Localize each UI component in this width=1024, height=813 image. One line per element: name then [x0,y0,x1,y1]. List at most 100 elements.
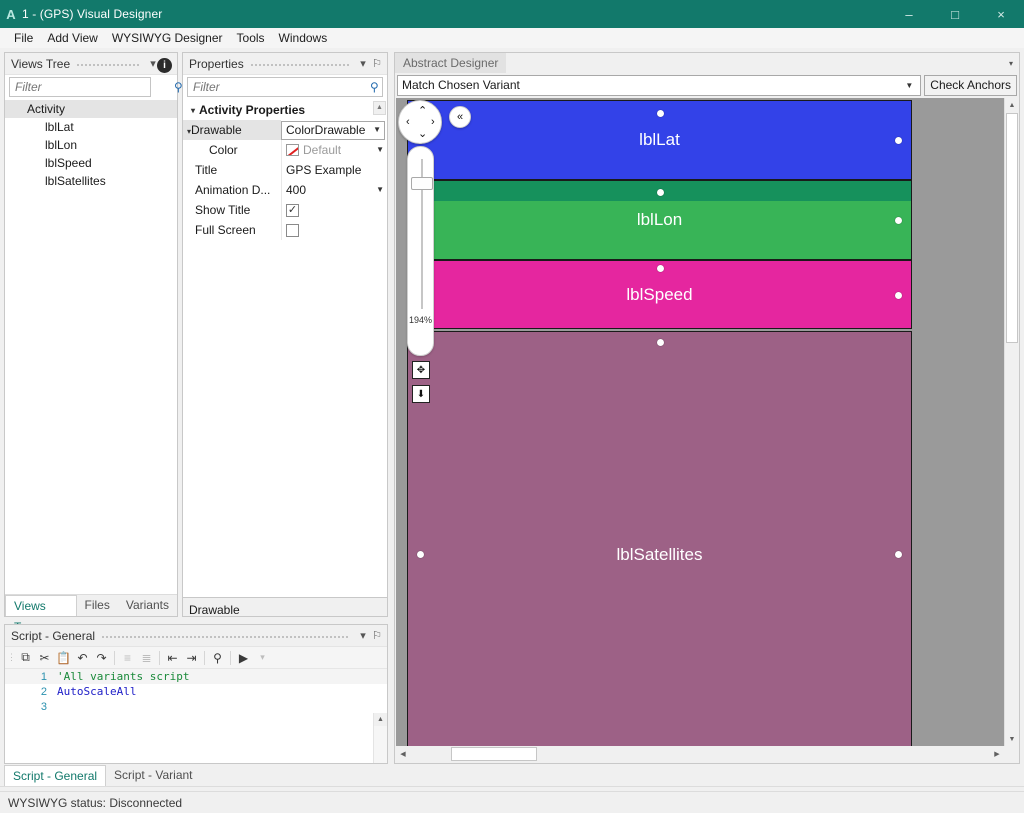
resize-handle-right[interactable] [895,551,902,558]
resize-handle-top[interactable] [656,265,664,272]
tree-node-lbllat[interactable]: lblLat [5,118,177,136]
show-title-checkbox[interactable]: ✓ [286,203,299,217]
vertical-scroll-thumb[interactable] [1006,113,1018,343]
tab-script-general[interactable]: Script - General [4,765,107,786]
canvas-horizontal-scrollbar[interactable]: ◀ ▶ [396,746,1004,762]
expander-icon[interactable]: ▾ [187,106,199,115]
minimize-icon[interactable]: – [886,0,932,28]
resize-handle-top[interactable] [656,189,664,196]
drag-grip[interactable] [76,60,140,67]
chevron-down-icon[interactable]: ▼ [376,180,384,200]
property-group-activity[interactable]: ▾ Activity Properties [183,100,387,120]
property-row-show-title[interactable]: Show Title ✓ [183,200,387,220]
property-value-drawable[interactable]: ColorDrawable ▼ [281,120,385,140]
chevron-down-icon[interactable]: ▾ [356,629,370,642]
search-icon[interactable]: ⚲ [370,80,379,94]
pan-right-icon[interactable]: › [431,117,435,128]
menu-windows[interactable]: Windows [272,29,335,47]
properties-filter-input[interactable] [191,79,371,95]
code-line[interactable]: 2 AutoScaleAll [5,684,387,699]
menu-tools[interactable]: Tools [230,29,272,47]
pin-icon[interactable]: ⚐ [370,629,384,642]
fit-to-screen-icon[interactable]: ✥ [412,361,430,379]
tree-node-activity[interactable]: Activity [5,100,177,118]
zoom-slider-thumb[interactable] [411,177,433,190]
uncomment-icon[interactable]: ≣ [137,648,156,667]
code-editor[interactable]: 1 'All variants script 2 AutoScaleAll 3 ▲ [5,669,387,763]
pan-up-icon[interactable]: ⌃ [418,106,427,117]
menu-add-view[interactable]: Add View [40,29,104,47]
scroll-up-icon[interactable]: ▲ [374,713,387,726]
check-anchors-button[interactable]: Check Anchors [924,74,1017,96]
design-canvas[interactable]: lblLat lblLon lblSpeed lblSatellites ⌃ ⌄… [396,98,1004,746]
resize-handle-top[interactable] [656,110,664,117]
views-tree-filter-box[interactable]: ⚲ [9,77,183,97]
cut-icon[interactable]: ✂ [35,648,54,667]
full-screen-checkbox[interactable] [286,223,299,237]
chevron-down-icon[interactable]: ▼ [905,81,913,90]
drag-grip[interactable] [249,60,350,67]
resize-handle-right[interactable] [895,137,902,144]
redo-icon[interactable]: ↷ [92,648,111,667]
undo-icon[interactable]: ↶ [73,648,92,667]
chevron-down-icon[interactable]: ▼ [373,122,381,139]
views-tree-filter-input[interactable] [13,79,174,95]
menu-file[interactable]: File [7,29,40,47]
info-icon[interactable]: i [157,58,172,73]
pan-left-icon[interactable]: ‹ [406,117,410,128]
property-row-color[interactable]: Color Default ▼ [183,140,387,160]
design-label-lblsatellites[interactable]: lblSatellites [407,331,912,746]
pin-icon[interactable]: ⚐ [370,57,384,70]
pan-down-icon[interactable]: ⌄ [418,129,427,140]
copy-icon[interactable]: ⧉ [16,648,35,667]
property-value-color[interactable]: Default ▼ [281,140,387,160]
tree-node-lblsatellites[interactable]: lblSatellites [5,172,177,190]
property-value-full-screen[interactable] [281,220,387,240]
property-value-animation-duration[interactable]: 400 ▼ [281,180,387,200]
property-row-animation-duration[interactable]: Animation D... 400 ▼ [183,180,387,200]
collapse-toolbar-button[interactable]: « [449,106,471,128]
tab-script-variant[interactable]: Script - Variant [106,765,200,786]
property-value-show-title[interactable]: ✓ [281,200,387,220]
paste-icon[interactable]: 📋 [54,648,73,667]
canvas-vertical-scrollbar[interactable]: ▲ ▼ [1004,98,1019,746]
property-row-full-screen[interactable]: Full Screen [183,220,387,240]
tab-files[interactable]: Files [77,595,118,616]
outdent-icon[interactable]: ⇤ [163,648,182,667]
code-line[interactable]: 1 'All variants script [5,669,387,684]
toolbar-grip[interactable]: ⋮ [7,648,16,667]
download-icon[interactable]: ⬇ [412,385,430,403]
scroll-up-icon[interactable]: ▲ [373,101,386,115]
maximize-icon[interactable]: □ [932,0,978,28]
resize-handle-right[interactable] [895,217,902,224]
design-label-lbllon[interactable]: lblLon [407,180,912,260]
properties-filter-box[interactable]: ⚲ [187,77,383,97]
chevron-down-icon[interactable]: ▼ [376,140,384,160]
scroll-right-icon[interactable]: ▶ [990,746,1004,762]
tab-variants[interactable]: Variants [118,595,177,616]
property-row-title[interactable]: Title GPS Example [183,160,387,180]
menu-wysiwyg-designer[interactable]: WYSIWYG Designer [105,29,230,47]
chevron-down-icon[interactable]: ▾ [1009,59,1013,68]
scroll-up-icon[interactable]: ▲ [1005,98,1019,112]
property-value-title[interactable]: GPS Example [281,160,387,180]
horizontal-scroll-thumb[interactable] [451,747,537,761]
property-row-drawable[interactable]: ▾Drawable ColorDrawable ▼ [183,120,387,140]
run-icon[interactable]: ▶ [234,648,253,667]
drag-grip[interactable] [101,632,350,639]
tab-views-tree[interactable]: Views Tree [5,595,77,634]
tree-node-lbllon[interactable]: lblLon [5,136,177,154]
indent-icon[interactable]: ⇥ [182,648,201,667]
resize-handle-right[interactable] [895,291,902,299]
resize-handle-top[interactable] [656,339,664,346]
scroll-left-icon[interactable]: ◀ [396,746,410,762]
code-line[interactable]: 3 [5,699,387,714]
tree-node-lblspeed[interactable]: lblSpeed [5,154,177,172]
resize-handle-left[interactable] [417,551,424,558]
pan-navigation-pad[interactable]: ⌃ ⌄ ‹ › [398,100,442,144]
tab-abstract-designer[interactable]: Abstract Designer [395,53,507,73]
overflow-icon[interactable]: ▾ [253,648,272,667]
design-label-lblspeed[interactable]: lblSpeed [407,260,912,329]
close-icon[interactable]: × [978,0,1024,28]
find-icon[interactable]: ⚲ [208,648,227,667]
